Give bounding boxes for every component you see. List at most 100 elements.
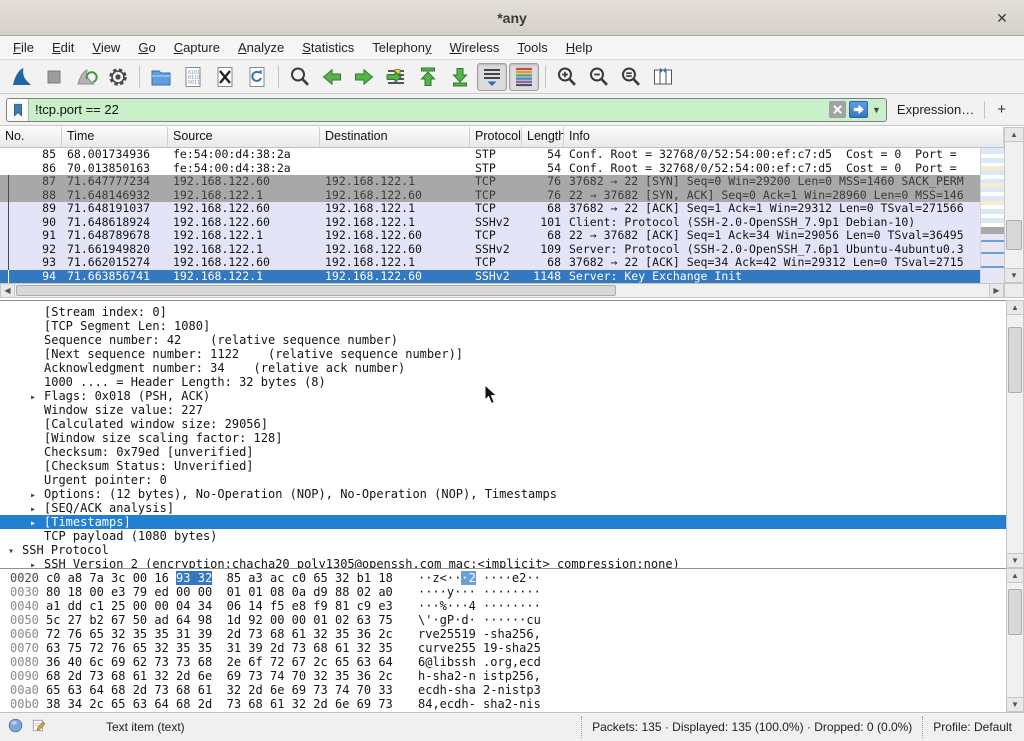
save-file-button[interactable]: 010101100011 (178, 63, 208, 91)
ascii-bytes[interactable]: ecdh-sha 2-nistp3 (418, 683, 541, 697)
go-bottom-button[interactable] (445, 63, 475, 91)
hex-bytes[interactable]: 5c 27 b2 67 50 ad 64 98 1d 92 00 00 01 0… (46, 613, 418, 627)
ascii-bytes[interactable]: ····y··· ········ (418, 585, 541, 599)
close-file-button[interactable] (210, 63, 240, 91)
menu-telephony[interactable]: Telephony (363, 38, 440, 57)
packet-row-89[interactable]: 8971.648191037192.168.122.60192.168.122.… (0, 202, 980, 216)
menu-file[interactable]: File (4, 38, 43, 57)
go-forward-button[interactable] (349, 63, 379, 91)
detail-line[interactable]: ▸Flags: 0x018 (PSH, ACK) (0, 389, 1006, 403)
scroll-left-icon[interactable]: ◀ (1, 284, 15, 297)
scroll-thumb[interactable] (16, 285, 616, 296)
column-header-time[interactable]: Time (62, 127, 168, 147)
scroll-down-icon[interactable]: ▼ (1007, 553, 1023, 567)
scroll-right-icon[interactable]: ▶ (989, 284, 1003, 297)
ascii-bytes[interactable]: ··z<···2 ····e2·· (418, 571, 541, 585)
filter-bookmark-icon[interactable] (7, 99, 29, 121)
scroll-thumb[interactable] (1008, 327, 1022, 393)
filter-apply-icon[interactable] (849, 101, 868, 118)
hex-bytes[interactable]: 68 2d 73 68 61 32 2d 6e 69 73 74 70 32 3… (46, 669, 418, 683)
start-capture-button[interactable] (7, 63, 37, 91)
scroll-down-icon[interactable]: ▼ (1005, 268, 1023, 282)
packet-row-86[interactable]: 8670.013850163fe:54:00:d4:38:2aSTP54Conf… (0, 162, 980, 176)
menu-go[interactable]: Go (129, 38, 164, 57)
hex-row-00a0[interactable]: 00a065 63 64 68 2d 73 68 61 32 2d 6e 69 … (0, 683, 1006, 697)
capture-options-button[interactable] (103, 63, 133, 91)
find-packet-button[interactable] (285, 63, 315, 91)
ascii-bytes[interactable]: \'·gP·d· ······cu (418, 613, 541, 627)
detail-line[interactable]: Urgent pointer: 0 (0, 473, 1006, 487)
scroll-thumb[interactable] (1006, 220, 1022, 250)
hex-row-0050[interactable]: 00505c 27 b2 67 50 ad 64 98 1d 92 00 00 … (0, 613, 1006, 627)
ascii-bytes[interactable]: 6@libssh .org,ecd (418, 655, 541, 669)
ascii-bytes[interactable]: ···%···4 ········ (418, 599, 541, 613)
add-filter-button[interactable]: + (985, 101, 1018, 118)
packet-row-90[interactable]: 9071.648618924192.168.122.60192.168.122.… (0, 216, 980, 230)
menu-capture[interactable]: Capture (165, 38, 229, 57)
hex-bytes[interactable]: 65 63 64 68 2d 73 68 61 32 2d 6e 69 73 7… (46, 683, 418, 697)
scroll-down-icon[interactable]: ▼ (1007, 697, 1023, 711)
ascii-bytes[interactable]: rve25519 -sha256, (418, 627, 541, 641)
filter-clear-icon[interactable] (829, 101, 846, 118)
packet-list-vscrollbar[interactable]: ▲ ▼ (1004, 127, 1024, 283)
hex-bytes[interactable]: 63 75 72 76 65 32 35 35 31 39 2d 73 68 6… (46, 641, 418, 655)
detail-line[interactable]: [Calculated window size: 29056] (0, 417, 1006, 431)
detail-line[interactable]: ▸[SEQ/ACK analysis] (0, 501, 1006, 515)
column-header-no[interactable]: No. (0, 127, 62, 147)
hex-bytes[interactable]: c0 a8 7a 3c 00 16 93 32 85 a3 ac c0 65 3… (46, 571, 418, 585)
menu-view[interactable]: View (83, 38, 129, 57)
menu-analyze[interactable]: Analyze (229, 38, 293, 57)
auto-scroll-button[interactable] (477, 63, 507, 91)
stop-capture-button[interactable] (39, 63, 69, 91)
go-top-button[interactable] (413, 63, 443, 91)
ascii-bytes[interactable]: 84,ecdh- sha2-nis (418, 697, 541, 711)
packet-row-91[interactable]: 9171.648789678192.168.122.1192.168.122.6… (0, 229, 980, 243)
display-filter-input[interactable] (29, 102, 829, 117)
reload-file-button[interactable] (242, 63, 272, 91)
selected-ascii[interactable]: ·2 (461, 571, 475, 585)
selected-bytes[interactable]: 93 32 (176, 571, 212, 585)
packet-row-88[interactable]: 8871.648146932192.168.122.1192.168.122.6… (0, 189, 980, 203)
column-header-info[interactable]: Info (564, 127, 1004, 147)
packet-list-hscrollbar[interactable]: ◀ ▶ (0, 283, 1004, 298)
hex-bytes[interactable]: 72 76 65 32 35 35 31 39 2d 73 68 61 32 3… (46, 627, 418, 641)
hex-bytes[interactable]: a1 dd c1 25 00 00 04 34 06 14 f5 e8 f9 8… (46, 599, 418, 613)
menu-help[interactable]: Help (557, 38, 602, 57)
hex-bytes[interactable]: 36 40 6c 69 62 73 73 68 2e 6f 72 67 2c 6… (46, 655, 418, 669)
detail-line[interactable]: [Stream index: 0] (0, 305, 1006, 319)
hex-bytes[interactable]: 80 18 00 e3 79 ed 00 00 01 01 08 0a d9 8… (46, 585, 418, 599)
go-to-packet-button[interactable] (381, 63, 411, 91)
ascii-bytes[interactable]: h-sha2-n istp256, (418, 669, 541, 683)
detail-line[interactable]: 1000 .... = Header Length: 32 bytes (8) (0, 375, 1006, 389)
hex-row-0040[interactable]: 0040a1 dd c1 25 00 00 04 34 06 14 f5 e8 … (0, 599, 1006, 613)
detail-line[interactable]: Sequence number: 42 (relative sequence n… (0, 333, 1006, 347)
column-header-protocol[interactable]: Protocol (470, 127, 522, 147)
display-filter-field[interactable]: ▼ (6, 98, 887, 122)
column-header-destination[interactable]: Destination (320, 127, 470, 147)
hex-row-0030[interactable]: 003080 18 00 e3 79 ed 00 00 01 01 08 0a … (0, 585, 1006, 599)
detail-line[interactable]: Window size value: 227 (0, 403, 1006, 417)
resize-columns-button[interactable] (648, 63, 678, 91)
detail-line[interactable]: ▸[Timestamps] (0, 515, 1006, 529)
detail-line[interactable]: [Next sequence number: 1122 (relative se… (0, 347, 1006, 361)
expert-info-icon[interactable] (8, 718, 23, 736)
detail-line[interactable]: ▸Options: (12 bytes), No-Operation (NOP)… (0, 487, 1006, 501)
packet-row-87[interactable]: 8771.647777234192.168.122.60192.168.122.… (0, 175, 980, 189)
collapsed-chevron-icon[interactable]: ▸ (30, 559, 44, 568)
details-vscrollbar[interactable]: ▲ ▼ (1006, 300, 1024, 568)
status-profile[interactable]: Profile: Default (922, 716, 1024, 738)
expression-button[interactable]: Expression… (887, 102, 984, 117)
packet-row-92[interactable]: 9271.661949820192.168.122.1192.168.122.6… (0, 243, 980, 257)
detail-line[interactable]: TCP payload (1080 bytes) (0, 529, 1006, 543)
menu-statistics[interactable]: Statistics (293, 38, 363, 57)
packet-row-94[interactable]: 9471.663856741192.168.122.1192.168.122.6… (0, 270, 980, 284)
column-header-length[interactable]: Length (522, 127, 564, 147)
zoom-in-button[interactable] (552, 63, 582, 91)
scroll-up-icon[interactable]: ▲ (1007, 569, 1023, 583)
menu-wireless[interactable]: Wireless (441, 38, 509, 57)
packet-row-93[interactable]: 9371.662015274192.168.122.60192.168.122.… (0, 256, 980, 270)
detail-line[interactable]: [Window size scaling factor: 128] (0, 431, 1006, 445)
detail-line[interactable]: ▸SSH Version 2 (encryption:chacha20_poly… (0, 557, 1006, 568)
zoom-100-button[interactable] (616, 63, 646, 91)
go-back-button[interactable] (317, 63, 347, 91)
